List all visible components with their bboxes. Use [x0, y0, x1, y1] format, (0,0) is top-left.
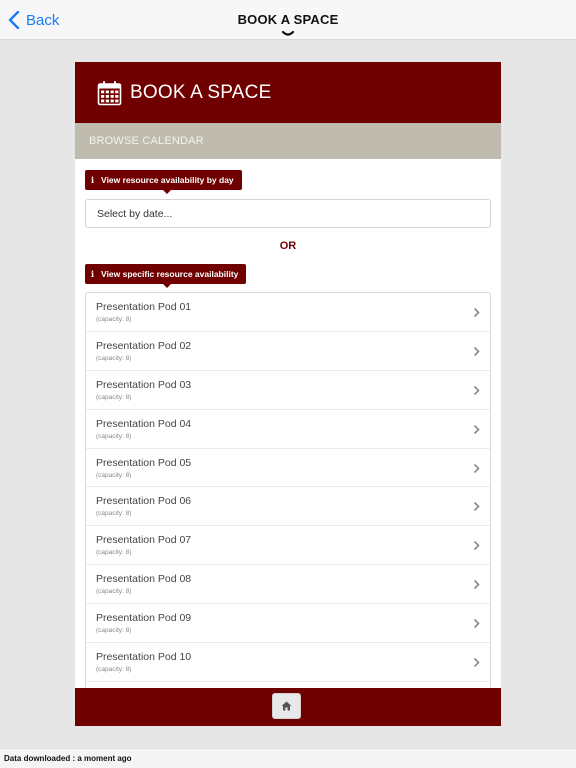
resource-capacity: (capacity: 8) [96, 666, 132, 674]
resource-capacity: (capacity: 8) [96, 549, 132, 557]
resource-name: Presentation Pod 04 [96, 417, 192, 430]
resource-name: Presentation Pod 03 [96, 378, 192, 391]
chevron-right-icon [473, 541, 480, 551]
status-bar: Data downloaded : a moment ago [0, 748, 576, 768]
list-item[interactable]: Presentation Pod 03 (capacity: 8) [86, 371, 490, 410]
resource-capacity: (capacity: 8) [96, 471, 132, 479]
list-item[interactable]: Presentation Pod 07 (capacity: 8) [86, 526, 490, 566]
list-item[interactable]: Presentation Pod 06 (capacity: 8) [86, 487, 490, 527]
navigation-bar: Back BOOK A SPACE [0, 0, 576, 40]
availability-by-day-tip: i View resource availability by day [85, 170, 242, 194]
chevron-right-icon [473, 580, 480, 590]
or-separator: OR [279, 240, 297, 252]
resource-name: Presentation Pod 07 [96, 534, 192, 547]
info-icon: i [91, 269, 95, 279]
panel-footer [75, 688, 501, 726]
resource-capacity: (capacity: 8) [96, 316, 132, 323]
resource-capacity: (capacity: 8) [96, 354, 132, 362]
list-item[interactable]: Presentation Pod 02 (capacity: 8) [86, 332, 490, 371]
home-button[interactable] [272, 693, 301, 719]
chevron-right-icon [473, 385, 480, 395]
availability-by-day-label: View resource availability by day [101, 175, 234, 185]
list-item[interactable]: Presentation Pod 01 (capacity: 8) [86, 293, 490, 332]
resource-capacity: (capacity: 8) [96, 432, 132, 440]
specific-resource-tip: i View specific resource availability [85, 264, 247, 288]
resource-capacity: (capacity: 8) [96, 627, 132, 635]
resource-capacity: (capacity: 8) [96, 510, 132, 518]
list-item[interactable]: Presentation Pod 04 (capacity: 8) [86, 410, 490, 449]
home-icon [281, 701, 292, 711]
resource-capacity: (capacity: 8) [96, 393, 132, 401]
panel-title: BOOK A SPACE [130, 81, 272, 103]
select-date-input[interactable] [85, 199, 491, 228]
resource-capacity: (capacity: 8) [96, 588, 132, 596]
chevron-right-icon [473, 346, 480, 356]
resource-name: Presentation Pod 02 [96, 339, 192, 352]
list-item[interactable]: Presentation Pod 05 (capacity: 8) [86, 449, 490, 488]
panel-header: BOOK A SPACE [75, 62, 501, 123]
chevron-right-icon [473, 463, 480, 473]
page-title: BOOK A SPACE [237, 12, 339, 27]
resource-name: Presentation Pod 10 [96, 651, 192, 664]
booking-panel: BOOK A SPACE BROWSE CALENDAR i View reso… [75, 62, 501, 726]
chevron-right-icon [473, 502, 480, 512]
resource-name: Presentation Pod 01 [96, 301, 192, 313]
resource-name: Presentation Pod 05 [96, 456, 192, 469]
list-item[interactable]: Presentation Pod 10 (capacity: 8) [86, 643, 490, 682]
chevron-right-icon [473, 424, 480, 434]
browse-calendar-subheader: BROWSE CALENDAR [75, 123, 501, 159]
list-item[interactable]: Presentation Pod 08 (capacity: 8) [86, 565, 490, 605]
chevron-right-icon [473, 657, 480, 668]
resource-name: Presentation Pod 08 [96, 573, 192, 586]
calendar-icon [97, 80, 122, 105]
specific-resource-label: View specific resource availability [101, 269, 239, 279]
chevron-down-icon[interactable] [281, 30, 295, 38]
resource-name: Presentation Pod 06 [96, 495, 192, 508]
chevron-right-icon [473, 619, 480, 629]
resource-name: Presentation Pod 09 [96, 612, 192, 625]
info-icon: i [91, 175, 95, 185]
resource-list: Presentation Pod 01 (capacity: 8) Presen… [85, 292, 491, 692]
chevron-right-icon [473, 307, 480, 318]
list-item[interactable]: Presentation Pod 09 (capacity: 8) [86, 604, 490, 644]
